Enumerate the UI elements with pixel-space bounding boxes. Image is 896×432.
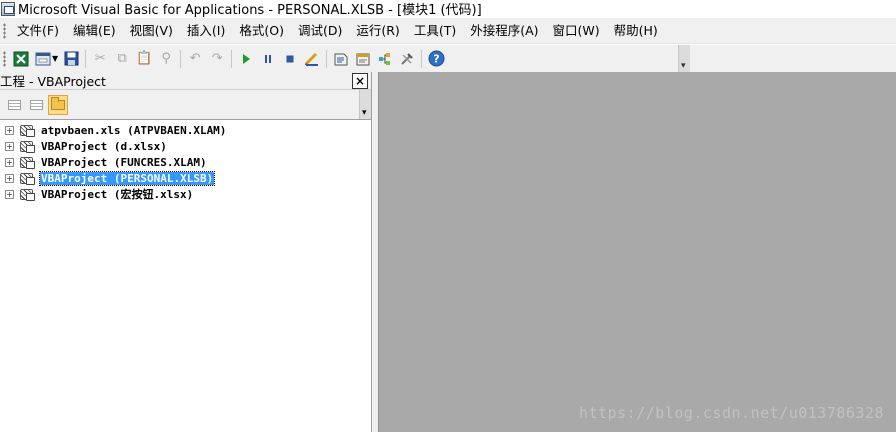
vba-project-icon — [19, 187, 35, 201]
expand-icon[interactable]: + — [5, 141, 14, 151]
toolbar-options-button[interactable] — [678, 45, 690, 72]
project-toolbar-options-button[interactable] — [359, 90, 371, 119]
vba-app-icon[interactable] — [1, 1, 15, 16]
tree-item-macro-buttons[interactable]: + VBAProject (宏按钮.xlsx) — [0, 186, 371, 202]
toolbar-separator — [85, 49, 87, 68]
copy-icon[interactable]: ⧉ — [112, 49, 132, 69]
svg-text:?: ? — [433, 53, 439, 66]
expand-icon[interactable]: + — [5, 125, 14, 135]
cut-icon[interactable]: ✂ — [90, 49, 110, 69]
vba-project-icon — [19, 123, 35, 137]
vba-project-icon — [19, 155, 35, 169]
project-explorer-titlebar[interactable]: 工程 - VBAProject × — [0, 72, 371, 90]
project-explorer-toolbar — [0, 90, 371, 120]
project-explorer-panel: 工程 - VBAProject × + atpvbaen.xls (ATPVBA… — [0, 72, 372, 432]
menu-debug[interactable]: 调试(D) — [291, 20, 349, 42]
excel-icon[interactable] — [11, 49, 31, 69]
chevron-down-icon[interactable]: ▼ — [52, 54, 58, 63]
tree-item-label: VBAProject (宏按钮.xlsx) — [41, 188, 194, 201]
toolbar-separator — [180, 49, 182, 68]
paste-icon[interactable]: 📋 — [134, 49, 154, 69]
toolbar-separator — [326, 49, 328, 68]
find-icon[interactable]: ⚲ — [156, 49, 176, 69]
toolbar-separator — [421, 49, 423, 68]
insert-userform-icon[interactable] — [33, 49, 53, 69]
menu-edit[interactable]: 编辑(E) — [66, 20, 123, 42]
break-icon[interactable] — [258, 49, 278, 69]
vba-project-icon — [19, 171, 35, 185]
undo-icon[interactable]: ↶ — [185, 49, 205, 69]
tree-item-label: atpvbaen.xls (ATPVBAEN.XLAM) — [41, 123, 227, 137]
expand-icon[interactable]: + — [5, 189, 14, 199]
expand-icon[interactable]: + — [5, 173, 14, 183]
menu-bar: 文件(F) 编辑(E) 视图(V) 插入(I) 格式(O) 调试(D) 运行(R… — [0, 18, 896, 44]
window-title: Microsoft Visual Basic for Applications … — [18, 3, 482, 18]
object-browser-icon[interactable] — [375, 49, 395, 69]
view-code-icon[interactable] — [4, 95, 24, 115]
redo-icon[interactable]: ↷ — [207, 49, 227, 69]
project-tree: + atpvbaen.xls (ATPVBAEN.XLAM) + VBAProj… — [0, 120, 371, 202]
tree-item-funcres[interactable]: + VBAProject (FUNCRES.XLAM) — [0, 154, 371, 170]
save-icon[interactable] — [61, 49, 81, 69]
menu-help[interactable]: 帮助(H) — [607, 20, 665, 42]
properties-icon[interactable] — [353, 49, 373, 69]
menu-run[interactable]: 运行(R) — [349, 20, 406, 42]
help-icon[interactable]: ? — [426, 49, 446, 69]
standard-toolbar: ▼ ✂ ⧉ 📋 ⚲ ↶ ↷ ? — [0, 45, 690, 72]
expand-icon[interactable]: + — [5, 157, 14, 167]
toolbox-icon[interactable] — [397, 49, 417, 69]
tree-item-personal[interactable]: + VBAProject (PERSONAL.XLSB) — [0, 170, 371, 186]
menu-addins[interactable]: 外接程序(A) — [463, 20, 545, 42]
code-window-area[interactable] — [379, 72, 896, 432]
project-explorer-icon[interactable] — [331, 49, 351, 69]
title-bar: Microsoft Visual Basic for Applications … — [0, 0, 896, 18]
watermark: https://blog.csdn.net/u013786328 — [579, 404, 884, 422]
toolbar-area — [690, 45, 896, 72]
toggle-folders-icon[interactable] — [48, 94, 68, 115]
menu-tools[interactable]: 工具(T) — [407, 20, 463, 42]
run-icon[interactable] — [236, 49, 256, 69]
tree-item-label-selected: VBAProject (PERSONAL.XLSB) — [38, 170, 216, 186]
menu-file[interactable]: 文件(F) — [10, 20, 66, 42]
menu-insert[interactable]: 插入(I) — [180, 20, 232, 42]
tree-item-atpvbaen[interactable]: + atpvbaen.xls (ATPVBAEN.XLAM) — [0, 122, 371, 138]
menu-format[interactable]: 格式(O) — [232, 20, 291, 42]
tree-item-label: VBAProject (FUNCRES.XLAM) — [41, 155, 207, 169]
tree-item-d-xlsx[interactable]: + VBAProject (d.xlsx) — [0, 138, 371, 154]
tree-item-label: VBAProject (d.xlsx) — [41, 139, 167, 153]
menu-bar-grip[interactable] — [3, 22, 6, 39]
vba-project-icon — [19, 139, 35, 153]
design-mode-icon[interactable] — [302, 49, 322, 69]
toolbar-separator — [231, 49, 233, 68]
menu-window[interactable]: 窗口(W) — [546, 20, 607, 42]
panel-splitter[interactable] — [372, 72, 379, 432]
view-object-icon[interactable] — [26, 95, 46, 115]
close-icon[interactable]: × — [352, 72, 368, 89]
reset-icon[interactable] — [280, 49, 300, 69]
project-explorer-title: 工程 - VBAProject — [0, 74, 106, 89]
toolbar-grip[interactable] — [3, 50, 6, 67]
menu-view[interactable]: 视图(V) — [123, 20, 180, 42]
